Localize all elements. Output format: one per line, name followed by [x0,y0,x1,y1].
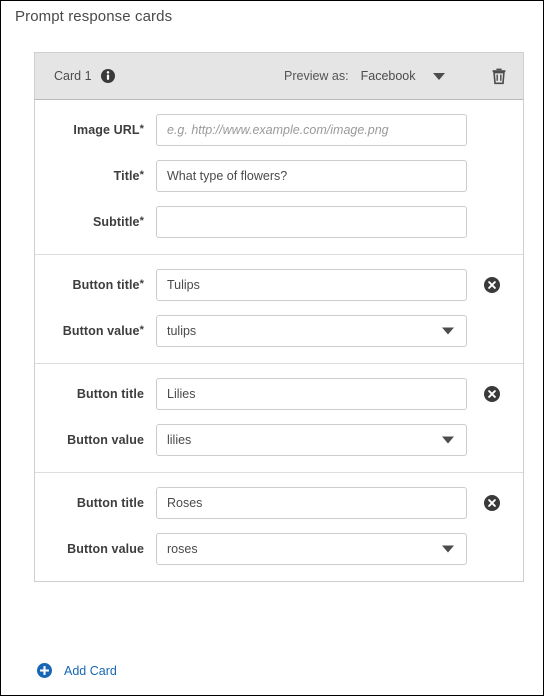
preview-as-label: Preview as: [284,69,349,83]
title-input-value: What type of flowers? [167,169,288,183]
add-card-label: Add Card [64,663,117,678]
button-value-selected-1: tulips [167,324,197,338]
button-value-label-1: Button value* [62,324,144,338]
button-title-value-1: Tulips [167,278,200,292]
button-title-label-3: Button title [76,496,144,510]
button-value-row-1: Button value* tulips [35,315,523,347]
button-value-selected-3: roses [167,542,198,556]
preview-as-value: Facebook [360,69,416,83]
prompt-response-cards-page: Prompt response cards Card 1 Preview as:… [0,0,544,696]
button-value-row-3: Button value roses [35,533,523,565]
button-title-input-2[interactable]: Lilies [156,378,467,410]
button-value-selected-2: lilies [167,433,192,447]
button-title-value-3: Roses [167,496,203,510]
info-icon[interactable] [100,69,115,83]
remove-circle-icon[interactable] [484,277,500,293]
subtitle-input[interactable] [156,206,467,238]
button-title-input-1[interactable]: Tulips [156,269,467,301]
button-title-label-1: Button title* [72,278,144,292]
chevron-down-icon [432,72,445,80]
button-value-label-2: Button value [67,433,144,447]
preview-as-group[interactable]: Preview as: Facebook [284,69,445,83]
button-value-label-3: Button value [67,542,144,556]
card-content-section: Image URL* e.g. http://www.example.com/i… [35,100,523,254]
title-input[interactable]: What type of flowers? [156,160,467,192]
button-value-select-2[interactable]: lilies [156,424,467,456]
button-title-value-2: Lilies [167,387,196,401]
page-title: Prompt response cards [15,8,173,25]
image-url-placeholder: e.g. http://www.example.com/image.png [167,123,389,137]
image-url-label: Image URL* [73,123,144,137]
button-value-row-2: Button value lilies [35,424,523,456]
image-url-row: Image URL* e.g. http://www.example.com/i… [35,114,523,146]
button-title-label-2: Button title [76,387,144,401]
button-title-input-3[interactable]: Roses [156,487,467,519]
subtitle-row: Subtitle* [35,206,523,238]
chevron-down-icon [442,327,454,335]
subtitle-label: Subtitle* [92,215,144,229]
card-title: Card 1 [54,69,92,83]
button-value-select-1[interactable]: tulips [156,315,467,347]
plus-circle-icon [37,663,52,678]
card-1: Card 1 Preview as: Facebook Image URL* e… [34,52,524,582]
remove-circle-icon[interactable] [484,386,500,402]
chevron-down-icon [442,545,454,553]
button-title-row-2: Button title Lilies [35,378,523,410]
delete-card-button[interactable] [489,66,509,86]
card-header: Card 1 Preview as: Facebook [35,53,523,100]
button-section-2: Button title Lilies Button value lilies [35,363,523,472]
chevron-down-icon [442,436,454,444]
button-title-row-3: Button title Roses [35,487,523,519]
title-row: Title* What type of flowers? [35,160,523,192]
add-card-button[interactable]: Add Card [37,663,117,678]
remove-circle-icon[interactable] [484,495,500,511]
button-section-3: Button title Roses Button value roses [35,472,523,581]
button-section-1: Button title* Tulips Button value* tulip… [35,254,523,363]
button-title-row-1: Button title* Tulips [35,269,523,301]
button-value-select-3[interactable]: roses [156,533,467,565]
title-label: Title* [113,169,144,183]
image-url-input[interactable]: e.g. http://www.example.com/image.png [156,114,467,146]
